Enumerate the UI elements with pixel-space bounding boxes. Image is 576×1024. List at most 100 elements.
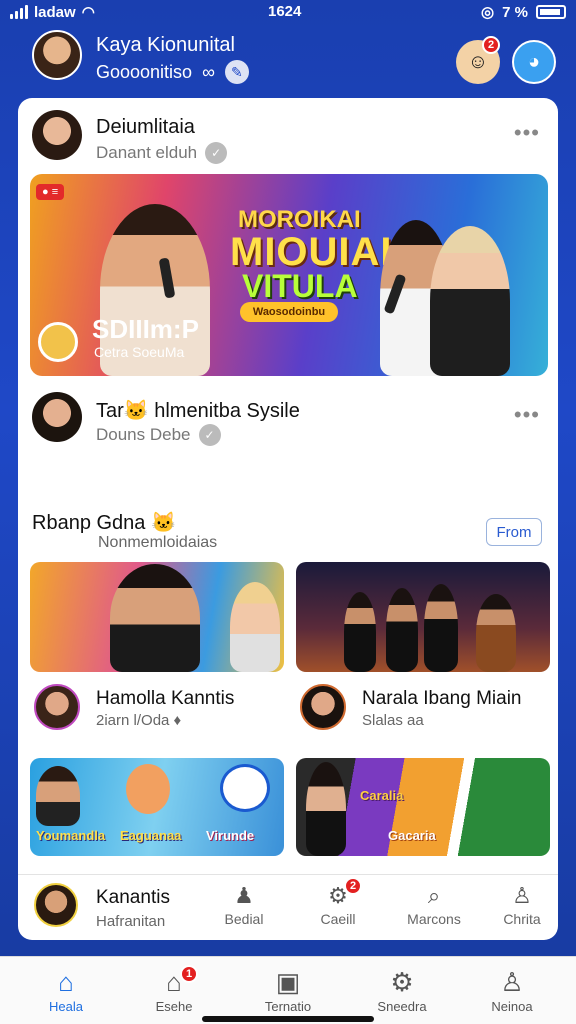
carrier-name: ladaw [34,3,76,21]
verified-icon: ✓ [198,424,221,446]
tab-badge: 1 [180,965,198,983]
banner-cta-button[interactable]: Waosodoinbu [240,302,338,322]
host-figure [36,766,80,826]
dolphin-mascot-icon [220,764,270,812]
video-thumbnail[interactable] [296,562,550,672]
post-meta: Douns Debe ✓ [96,424,221,446]
section-title: Rbanp Gdna 🐱 [32,512,176,534]
profile-avatar[interactable] [32,30,82,80]
channel-avatar[interactable] [300,684,346,730]
video-subtitle: Slalas aa [362,712,424,729]
tab-label: Heala [49,999,83,1014]
feed-card: Deiumlitaia Danant elduh ✓ ••• ● ≡ MOROI… [18,98,558,940]
settings-icon: ⚙ [390,967,414,997]
shop-icon: ⌂ [166,967,182,997]
video-title[interactable]: Narala Ibang Miain [362,688,521,710]
more-options-icon[interactable]: ••• [514,120,540,146]
tab-messages[interactable]: ▣ Ternatio [238,967,338,1014]
home-indicator [202,1016,374,1022]
video-subtitle: 2iarn l/Oda ♦ [96,712,182,729]
bot-icon: ◕ [527,50,541,73]
status-bar: ladaw ◠ 1624 ◎ 7 % [0,0,576,24]
user-subtitle-text: Goooonitiso [96,61,193,82]
channel-avatar[interactable] [34,684,80,730]
battery-icon [536,5,566,19]
video-meta: Hamolla Kanntis 2iarn l/Oda ♦ [30,684,284,738]
post-avatar[interactable] [32,110,82,160]
thumbnail-label: Caralia [360,788,404,803]
user-name: Kaya Kionunital [96,34,235,56]
profile-icon: ♙ [500,967,524,997]
subtitle-glyph: ∞ [202,61,215,82]
signal-icon [10,5,28,19]
band-member-figure [344,592,376,672]
thumbnail-label: Virunde [206,828,255,843]
post-header: Tar🐱 hlmenitba Sysile Douns Debe ✓ ••• [32,392,544,446]
performer-figure [230,582,280,672]
action-label: Bedial [224,911,264,927]
video-thumbnail[interactable]: Youmandla Eaguanaa Virunde [30,758,284,856]
verified-icon: ✓ [205,142,228,164]
singer-figure [110,564,200,672]
band-member-figure [424,584,458,672]
post-avatar[interactable] [32,392,82,442]
action-label: Marcons [407,911,461,927]
tab-home[interactable]: ⌂ Heala [16,967,116,1014]
performer-figure [430,226,510,376]
home-icon: ⌂ [58,967,74,997]
band-member-figure [386,588,418,672]
group-icon: ⚙ [328,883,348,908]
section-subtitle: Nonmemloidaias [98,534,218,551]
action-bedial[interactable]: ♟ Bedial [204,883,284,927]
action-caeill[interactable]: ⚙ 2 Caeill [298,877,378,927]
singer-figure [306,762,346,856]
tab-label: Sneedra [377,999,427,1014]
face-icon: ☺ [467,50,489,73]
thumbnail-label: Eaguanaa [120,828,182,843]
show-logo [38,322,78,362]
more-options-icon[interactable]: ••• [514,402,540,428]
action-chrita[interactable]: ♙ Chrita [482,883,558,927]
user-icon: ♙ [512,883,532,908]
location-icon: ◎ [481,4,495,21]
live-tag: ● ≡ [36,184,65,200]
post-meta-text: Douns Debe [96,425,191,444]
notification-badge: 2 [482,36,500,54]
post-author[interactable]: Deiumlitaia [96,116,195,139]
person-icon: ♟ [234,883,254,908]
friend-name[interactable]: Kanantis [96,887,170,909]
tab-settings[interactable]: ⚙ Sneedra [352,967,452,1014]
battery-percent: 7 % [502,3,528,21]
thumbnail-label: Gacaria [388,828,436,843]
wifi-icon: ◠ [81,4,95,21]
bottom-tab-bar: ⌂ Heala ⌂ 1 Esehe ▣ Ternatio ⚙ Sneedra ♙… [0,956,576,1024]
thumbnail-label: Youmandla [36,828,106,843]
action-label: Caeill [320,911,356,927]
friend-avatar[interactable] [34,883,78,927]
notifications-button[interactable]: ☺ 2 [456,36,500,84]
clock: 1624 [268,3,302,20]
banner-show-name: SDIIIm:P [92,314,199,344]
action-marcons[interactable]: ⌕ Marcons [394,883,474,927]
tab-shop[interactable]: ⌂ 1 Esehe [124,965,224,1014]
video-meta: Narala Ibang Miain Slalas aa [296,684,550,738]
friend-status: Hafranitan [96,913,166,930]
post-header: Deiumlitaia Danant elduh ✓ ••• [32,110,544,164]
filter-button[interactable]: From [486,518,542,546]
video-thumbnail[interactable] [30,562,284,672]
tab-label: Esehe [155,999,193,1014]
tab-label: Neinoa [491,999,533,1014]
video-title[interactable]: Hamolla Kanntis [96,688,234,710]
video-thumbnail[interactable]: Caralia Gacaria [296,758,550,856]
search-icon: ⌕ [427,883,441,908]
bear-mascot-icon [126,764,170,814]
tab-profile[interactable]: ♙ Neinoa [462,967,562,1014]
edit-icon[interactable]: ✎ [224,60,249,84]
app-header: Kaya Kionunital Goooonitiso ∞ ✎ ☺ 2 ◕ [0,24,576,96]
banner-show-sub: Cetra SoeuMa [94,344,185,360]
banner-title-bottom: VITULA [242,268,358,304]
guitarist-figure [476,594,516,672]
assistant-button[interactable]: ◕ [512,40,556,84]
post-author[interactable]: Tar🐱 hlmenitba Sysile [96,398,300,423]
promo-banner[interactable]: ● ≡ MOROIKAI MIOUIAL VITULA Waosodoinbu … [30,174,548,376]
